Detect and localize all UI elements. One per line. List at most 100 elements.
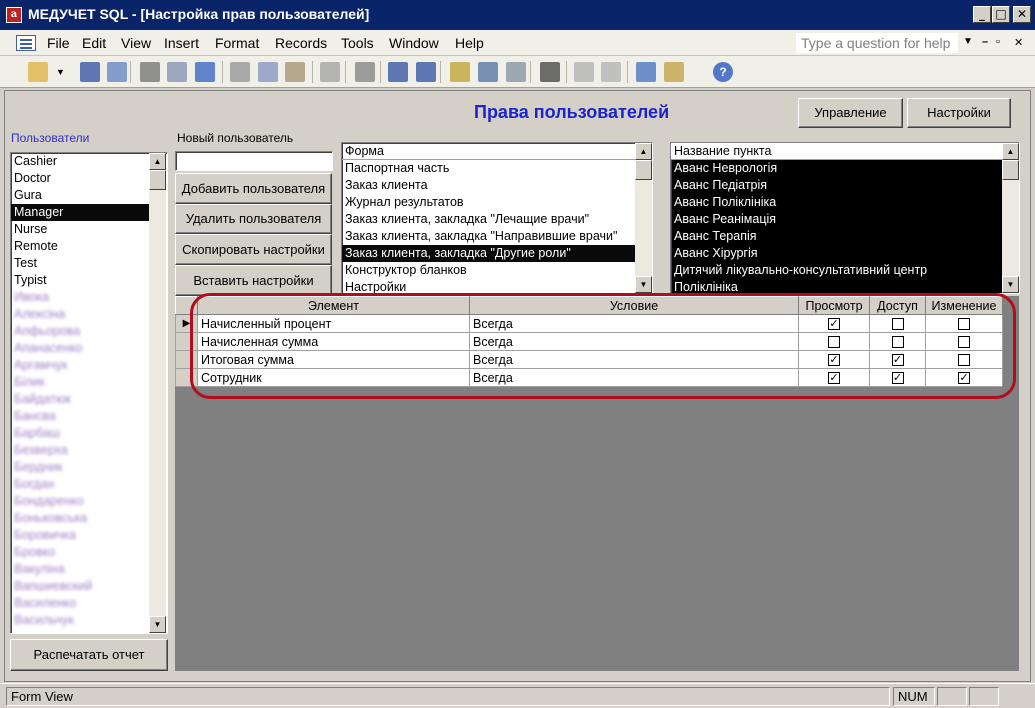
user-list-item-redacted[interactable]: Вапшиевский [11,578,149,595]
apply-filter-icon[interactable] [506,62,526,82]
dropdown-icon[interactable]: ▼ [56,62,66,82]
paste-settings-button[interactable]: Вставить настройки [175,265,332,296]
checkbox-checked[interactable]: ✓ [891,372,904,385]
row-selector[interactable]: ▶ [175,314,198,333]
users-list[interactable]: Cashier Doctor Gura Manager Nurse Remote Test T… [10,152,168,634]
checkbox-checked[interactable]: ✓ [828,318,840,331]
points-scrollbar[interactable]: ▲ ▼ [1002,143,1019,293]
cell-element[interactable]: Начисленный процент [197,314,470,333]
user-list-item-redacted[interactable]: Білик [11,374,149,391]
help-question-input[interactable]: Type a question for help [796,33,958,53]
checkbox-unchecked[interactable] [828,336,840,349]
user-list-item-redacted[interactable]: Бердник [11,459,149,476]
save-icon[interactable] [80,62,100,82]
form-list-item[interactable]: Заказ клиента, закладка "Направившие вра… [342,228,652,245]
point-list-item[interactable]: Аванс Реанімація [671,211,1019,228]
column-header-element[interactable]: Элемент [197,296,470,315]
point-list-item[interactable]: Аванс Поліклініка [671,194,1019,211]
sort-descending-icon[interactable] [416,62,436,82]
user-list-item-redacted[interactable]: Богдан [11,476,149,493]
cell-condition[interactable]: Всегда [469,314,799,333]
checkbox-unchecked[interactable] [891,318,904,331]
print-report-button[interactable]: Распечатать отчет [10,639,168,671]
copy-settings-button[interactable]: Скопировать настройки [175,234,332,265]
manage-button[interactable]: Управление [798,98,903,128]
filter-by-form-icon[interactable] [478,62,498,82]
mdi-restore-button[interactable]: ▫ [996,36,1000,48]
minimize-button[interactable]: _ [973,6,991,23]
mdi-minimize-button[interactable]: – [982,36,988,48]
print-preview-icon[interactable] [167,62,187,82]
user-list-item[interactable]: Gura [11,187,149,204]
checkbox-checked[interactable]: ✓ [891,354,904,367]
access-app-icon[interactable]: a [6,7,22,23]
menu-view[interactable]: View [121,35,151,51]
maximize-button[interactable]: □ [992,6,1010,23]
row-selector[interactable] [175,350,198,369]
new-user-input[interactable] [175,151,333,171]
cell-condition[interactable]: Всегда [469,368,799,387]
user-list-item-redacted[interactable]: Васильчук [11,612,149,629]
table-row[interactable]: Сотрудник Всегда ✓ ✓ ✓ [175,368,1003,387]
help-icon[interactable]: ? [713,62,733,82]
column-header-access[interactable]: Доступ [869,296,926,315]
scroll-down-icon[interactable]: ▼ [149,616,166,633]
menu-tools[interactable]: Tools [341,35,374,51]
menu-file[interactable]: File [47,35,70,51]
checkbox-unchecked[interactable] [958,318,970,331]
row-selector[interactable] [175,332,198,351]
cell-element[interactable]: Итоговая сумма [197,350,470,369]
menu-records[interactable]: Records [275,35,327,51]
checkbox-unchecked[interactable] [891,336,904,349]
cell-condition[interactable]: Всегда [469,332,799,351]
database-window-icon[interactable] [636,62,656,82]
file-search-icon[interactable] [107,62,127,82]
user-list-item-redacted[interactable]: Боньковська [11,510,149,527]
point-list-item[interactable]: Аванс Хірургія [671,245,1019,262]
menu-window[interactable]: Window [389,35,439,51]
sort-ascending-icon[interactable] [388,62,408,82]
mdi-close-button[interactable]: ✕ [1014,36,1023,49]
row-selector[interactable] [175,368,198,387]
spelling-icon[interactable] [195,62,215,82]
user-list-item-redacted[interactable]: Вакуліна [11,561,149,578]
scroll-up-icon[interactable]: ▲ [635,143,652,160]
user-list-item[interactable]: Nurse [11,221,149,238]
copy-icon[interactable] [258,62,278,82]
new-object-icon[interactable] [664,62,684,82]
user-list-item-redacted[interactable]: Василенко [11,595,149,612]
delete-record-icon[interactable] [601,62,621,82]
menu-format[interactable]: Format [215,35,259,51]
user-list-item-redacted[interactable]: Аргамчук [11,357,149,374]
scroll-up-icon[interactable]: ▲ [1002,143,1019,160]
user-list-item-redacted[interactable]: Барбаш [11,425,149,442]
forms-list[interactable]: Форма Паспортная часть Заказ клиента Журна… [341,142,653,294]
cell-element[interactable]: Начисленная сумма [197,332,470,351]
column-header-condition[interactable]: Условие [469,296,799,315]
menu-edit[interactable]: Edit [82,35,106,51]
scroll-thumb[interactable] [635,160,652,180]
cell-element[interactable]: Сотрудник [197,368,470,387]
form-list-item[interactable]: Настройки [342,279,652,293]
user-list-item-redacted[interactable]: Байдатюк [11,391,149,408]
cut-icon[interactable] [230,62,250,82]
user-list-item-redacted[interactable]: Алексіна [11,306,149,323]
form-list-item[interactable]: Журнал результатов [342,194,652,211]
new-record-icon[interactable] [574,62,594,82]
scroll-up-icon[interactable]: ▲ [149,153,166,170]
undo-icon[interactable] [320,62,340,82]
forms-scrollbar[interactable]: ▲ ▼ [635,143,652,293]
close-button[interactable]: ✕ [1013,6,1031,23]
column-header-edit[interactable]: Изменение [925,296,1003,315]
points-list[interactable]: Название пункта Аванс Неврологія Аванс Пе… [670,142,1020,294]
user-list-item-redacted[interactable]: Безверха [11,442,149,459]
settings-button[interactable]: Настройки [907,98,1011,128]
chevron-down-icon[interactable]: ▼ [963,36,973,47]
checkbox-checked[interactable]: ✓ [828,372,840,385]
point-list-item[interactable]: Аванс Неврологія [671,160,1019,177]
object-icon[interactable] [355,62,375,82]
user-list-item[interactable]: Doctor [11,170,149,187]
user-list-item[interactable]: Manager [11,204,149,221]
cell-condition[interactable]: Всегда [469,350,799,369]
document-icon[interactable] [16,35,36,51]
